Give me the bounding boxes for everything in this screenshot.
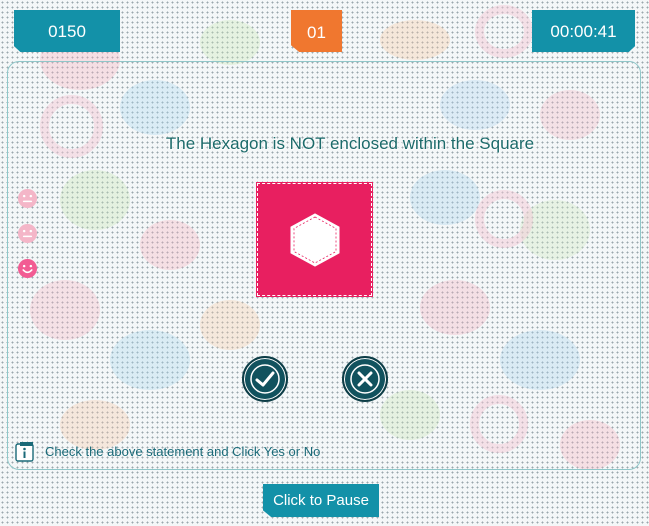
neutral-face-icon	[17, 223, 38, 244]
round-value: 01	[307, 23, 326, 42]
no-button[interactable]	[342, 356, 388, 402]
cross-icon	[350, 364, 380, 394]
timer-value: 00:00:41	[550, 22, 617, 41]
score-display: 0150	[14, 10, 120, 52]
neutral-face-icon	[17, 188, 38, 209]
question-statement: The Hexagon is NOT enclosed within the S…	[165, 134, 535, 153]
timer-display: 00:00:41	[532, 10, 635, 52]
smile-face-icon	[17, 258, 38, 279]
score-value: 0150	[48, 22, 86, 41]
round-badge: 01	[291, 10, 342, 52]
pause-button[interactable]: Click to Pause	[263, 484, 379, 517]
check-icon	[250, 364, 280, 394]
info-icon	[15, 442, 34, 462]
yes-button[interactable]	[242, 356, 288, 402]
hexagon-shape	[290, 213, 340, 267]
instruction-text: Check the above statement and Click Yes …	[45, 444, 321, 459]
